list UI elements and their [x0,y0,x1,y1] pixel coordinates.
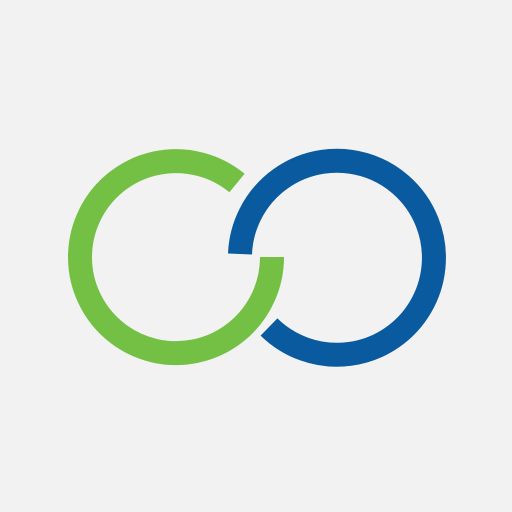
left-ring-arc [68,149,284,366]
interlocking-rings-logo-icon [68,148,446,367]
app-icon-canvas [0,0,512,512]
